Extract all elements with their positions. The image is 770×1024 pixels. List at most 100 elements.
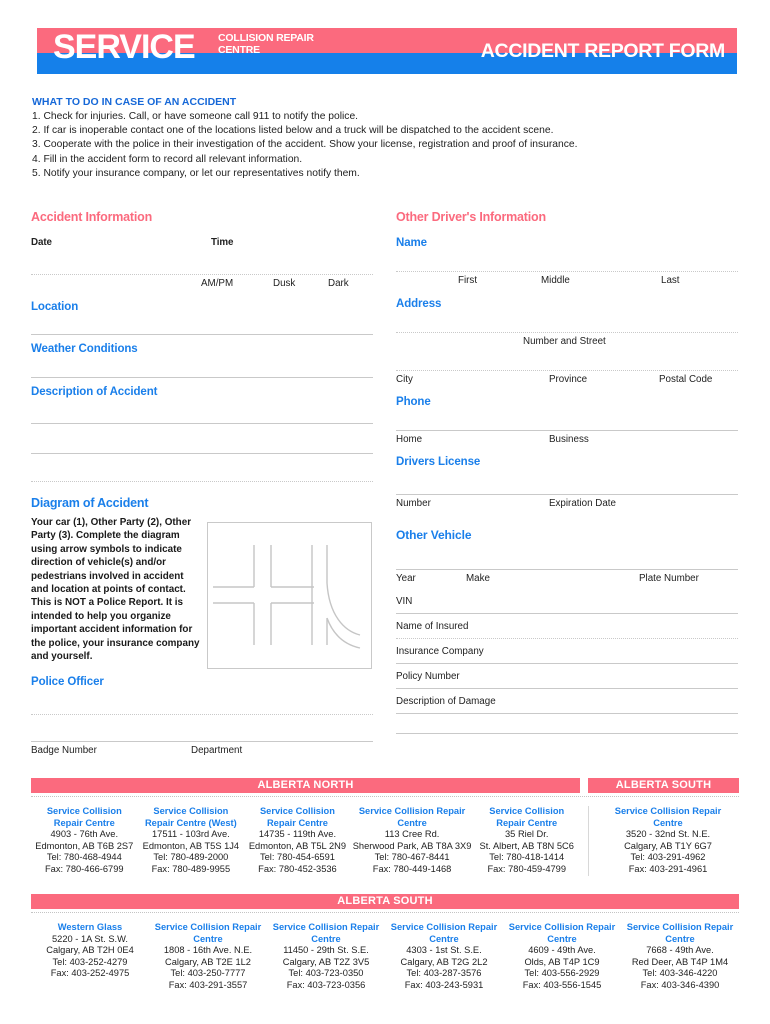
- location-address: 1808 - 16th Ave. N.E.: [163, 945, 253, 956]
- diagram-instructions: Your car (1), Other Party (2), Other Par…: [31, 517, 200, 663]
- location-city: Red Deer, AB T4P 1M4: [631, 956, 729, 967]
- locations-north-section: ALBERTA NORTH ALBERTA SOUTH Service Coll…: [31, 778, 739, 876]
- location-card[interactable]: Service Collision Repair Centre 14735 - …: [244, 806, 351, 876]
- location-card[interactable]: Service Collision Repair Centre 4303 - 1…: [385, 922, 503, 992]
- location-address: 7668 - 49th Ave.: [646, 945, 714, 956]
- description-entry-line-2[interactable]: [31, 424, 373, 453]
- location-fax: Fax: 403-291-3557: [168, 979, 248, 990]
- north-banner-row: ALBERTA NORTH ALBERTA SOUTH: [31, 778, 739, 793]
- location-address: 11450 - 29th St. S.E.: [283, 945, 369, 956]
- description-entry-line-3[interactable]: [31, 454, 373, 481]
- address-entry-area[interactable]: [396, 310, 738, 332]
- business-phone-label: Business: [549, 434, 589, 445]
- location-address: 3520 - 32nd St. N.E.: [625, 829, 711, 840]
- license-number-label: Number: [396, 498, 431, 509]
- description-entry-line-1[interactable]: [31, 398, 373, 423]
- date-time-entry-area[interactable]: [31, 254, 373, 274]
- drivers-license-entry-area[interactable]: [396, 468, 738, 494]
- location-card[interactable]: Service Collision Repair Centre 7668 - 4…: [621, 922, 739, 992]
- location-address: 17511 - 103rd Ave.: [152, 829, 230, 840]
- location-name: Service Collision Repair Centre: [489, 806, 565, 828]
- alberta-north-banner: ALBERTA NORTH: [31, 778, 580, 793]
- name-entry-area[interactable]: [396, 249, 738, 271]
- description-of-damage-label: Description of Damage: [396, 696, 496, 707]
- vin-label: VIN: [396, 596, 413, 607]
- location-card[interactable]: Service Collision Repair Centre 35 Riel …: [473, 806, 580, 876]
- location-name: Service Collision Repair Centre: [508, 922, 616, 944]
- location-card[interactable]: Service Collision Repair Centre 4903 - 7…: [31, 806, 138, 876]
- location-name: Service Collision Repair Centre: [614, 806, 722, 828]
- south-upper-cards-group: Service Collision Repair Centre 3520 - 3…: [588, 806, 739, 876]
- phone-entry-area[interactable]: [396, 408, 738, 430]
- police-officer-entry-area[interactable]: [31, 688, 373, 714]
- weather-entry-area[interactable]: [31, 355, 373, 377]
- diagram-block: Your car (1), Other Party (2), Other Par…: [31, 516, 373, 674]
- last-name-label: Last: [661, 275, 680, 286]
- name-part-captions: First Middle Last: [396, 275, 738, 293]
- other-vehicle-entry-area[interactable]: [396, 542, 738, 569]
- location-fax: Fax: 780-459-4799: [487, 863, 566, 874]
- accident-information-column: Accident Information Date Time AM/PM Dus…: [31, 210, 373, 761]
- north-cards-row: Service Collision Repair Centre 4903 - 7…: [31, 806, 739, 876]
- policy-number-caption-row: Policy Number: [396, 671, 738, 688]
- location-card[interactable]: Service Collision Repair Centre (West) 1…: [138, 806, 245, 876]
- location-city: Calgary, AB T1Y 6G7: [624, 840, 712, 851]
- location-name: Western Glass: [57, 922, 123, 932]
- location-tel: Tel: 780-467-8441: [374, 852, 450, 863]
- number-and-street-label: Number and Street: [523, 336, 606, 347]
- address-rule: [396, 332, 738, 333]
- location-address: 4609 - 49th Ave.: [528, 945, 596, 956]
- date-time-label-row: Date Time: [31, 237, 373, 254]
- location-name: Service Collision Repair Centre: [46, 806, 122, 828]
- south-cards-row: Western Glass 5220 - 1A St. S.W. Calgary…: [31, 922, 739, 992]
- location-city: Calgary, AB T2E 1L2: [165, 956, 251, 967]
- location-tel: Tel: 403-252-4279: [52, 956, 128, 967]
- location-name: Service Collision Repair Centre: [358, 806, 466, 828]
- badge-department-captions: Badge Number Department: [31, 745, 373, 761]
- policy-number-label: Policy Number: [396, 671, 460, 682]
- other-driver-column: Other Driver's Information Name First Mi…: [396, 210, 738, 734]
- location-city: Calgary, AB T2H 0E4: [46, 945, 134, 956]
- city-label: City: [396, 374, 413, 385]
- location-fax: Fax: 403-291-4961: [628, 863, 708, 874]
- location-card[interactable]: Service Collision Repair Centre 113 Cree…: [351, 806, 474, 876]
- name-rule: [396, 271, 738, 272]
- license-captions: Number Expiration Date: [396, 498, 738, 516]
- police-officer-label: Police Officer: [31, 676, 104, 688]
- location-card[interactable]: Service Collision Repair Centre 3520 - 3…: [597, 806, 739, 876]
- location-entry-area[interactable]: [31, 313, 373, 334]
- badge-department-rule: [31, 741, 373, 742]
- vehicle-captions: Year Make Plate Number: [396, 573, 738, 591]
- location-fax: Fax: 403-346-4390: [640, 979, 720, 990]
- drivers-license-rule: [396, 494, 738, 495]
- location-card[interactable]: Service Collision Repair Centre 4609 - 4…: [503, 922, 621, 992]
- location-card[interactable]: Western Glass 5220 - 1A St. S.W. Calgary…: [31, 922, 149, 992]
- location-fax: Fax: 403-556-1545: [522, 979, 602, 990]
- insurance-company-caption-row: Insurance Company: [396, 646, 738, 663]
- insurance-company-rule: [396, 663, 738, 664]
- location-city: Olds, AB T4P 1C9: [524, 956, 600, 967]
- brand-subtitle: COLLISION REPAIR CENTRE: [218, 32, 314, 56]
- location-fax: Fax: 403-252-4975: [50, 968, 130, 979]
- location-fax: Fax: 780-452-3536: [258, 863, 337, 874]
- location-label: Location: [31, 301, 79, 313]
- location-tel: Tel: 403-556-2929: [524, 968, 600, 979]
- badge-department-entry-area[interactable]: [31, 715, 373, 741]
- location-fax: Fax: 780-466-6799: [45, 863, 124, 874]
- province-label: Province: [549, 374, 588, 385]
- location-name: Service Collision Repair Centre: [154, 922, 262, 944]
- date-time-rule: [31, 274, 373, 275]
- location-card[interactable]: Service Collision Repair Centre 11450 - …: [267, 922, 385, 992]
- location-city: Edmonton, AB T5L 2N9: [248, 840, 347, 851]
- north-cards-group: Service Collision Repair Centre 4903 - 7…: [31, 806, 580, 876]
- masthead: SERVICE COLLISION REPAIR CENTRE ACCIDENT…: [37, 28, 737, 74]
- alberta-south-banner-lower: ALBERTA SOUTH: [31, 894, 739, 909]
- instructions-title: WHAT TO DO IN CASE OF AN ACCIDENT: [32, 96, 237, 108]
- location-tel: Tel: 403-723-0350: [288, 968, 364, 979]
- damage-entry-area[interactable]: [396, 714, 738, 733]
- location-fax: Fax: 780-489-9955: [151, 863, 231, 874]
- location-card[interactable]: Service Collision Repair Centre 1808 - 1…: [149, 922, 267, 992]
- city-entry-area[interactable]: [396, 354, 738, 370]
- location-name: Service Collision Repair Centre: [390, 922, 498, 944]
- diagram-drawing-area[interactable]: [207, 522, 372, 669]
